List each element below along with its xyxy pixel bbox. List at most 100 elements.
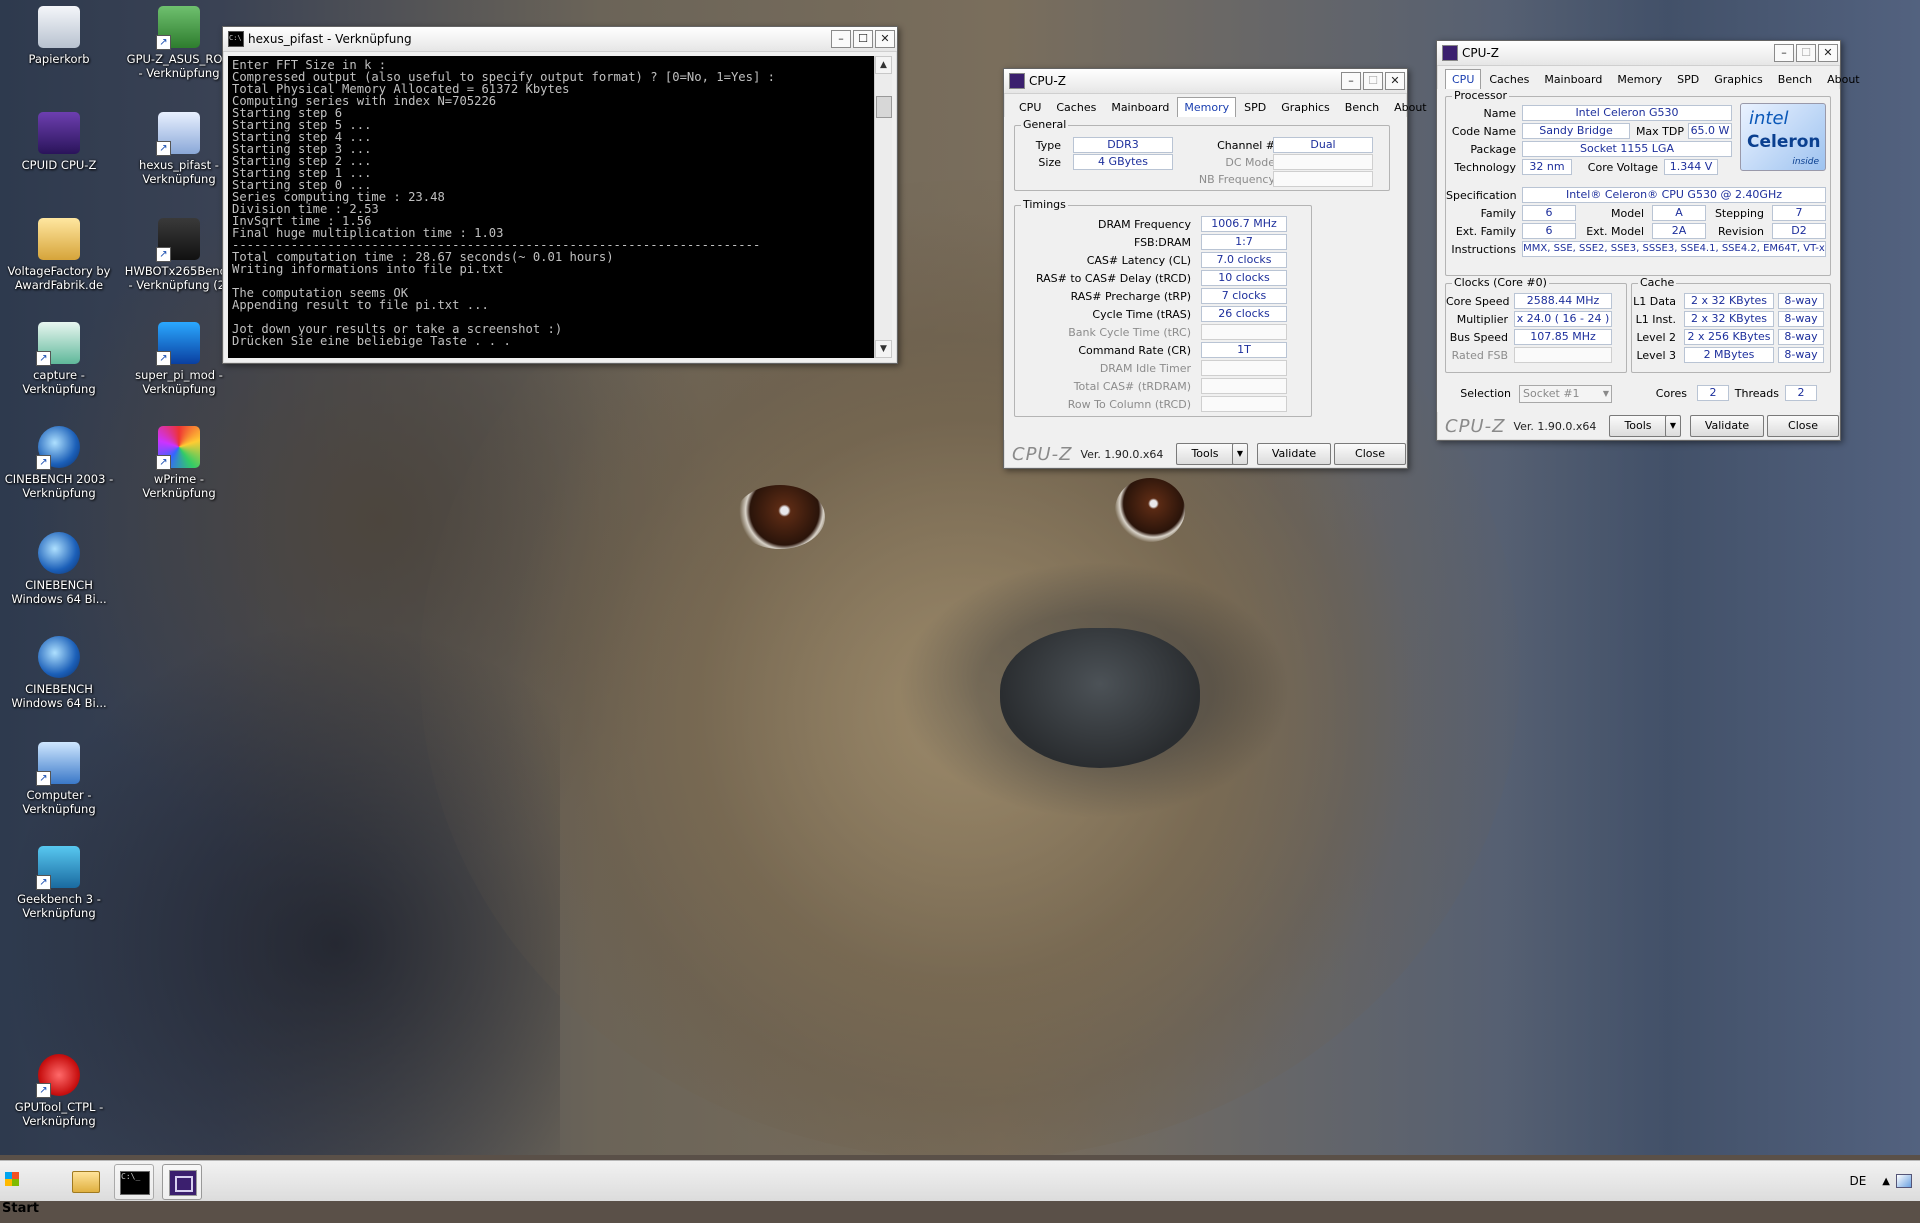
maximize-button[interactable]: ☐ <box>1363 72 1383 90</box>
close-button[interactable]: ✕ <box>1385 72 1405 90</box>
minimize-button[interactable]: – <box>1341 72 1361 90</box>
cpuz-logo: CPU-Z <box>1445 415 1506 437</box>
maximize-button[interactable]: ☐ <box>1796 44 1816 62</box>
tab-spd[interactable]: SPD <box>1237 97 1273 119</box>
bus-speed-value: 107.85 MHz <box>1514 329 1612 345</box>
desktop-icon[interactable]: CINEBENCH Windows 64 Bi... <box>4 636 114 710</box>
cpuz-memory-bottombar: CPU-Z Ver. 1.90.0.x64 Tools ▼ Validate C… <box>1004 440 1407 468</box>
explorer-icon[interactable] <box>66 1164 104 1198</box>
timing-value: 26 clocks <box>1201 306 1287 322</box>
minimize-button[interactable]: – <box>831 30 851 48</box>
console-window[interactable]: C:\ hexus_pifast - Verknüpfung – ☐ ✕ Ent… <box>222 26 898 364</box>
desktop-icon[interactable]: ↗ wPrime - Verknüpfung <box>124 426 234 500</box>
package-value: Socket 1155 LGA <box>1522 141 1732 157</box>
tray-expand-icon[interactable]: ▲ <box>1882 1176 1890 1187</box>
scroll-up-icon[interactable]: ▲ <box>875 56 892 74</box>
validate-button[interactable]: Validate <box>1690 415 1764 437</box>
desktop-icon[interactable]: ↗ CINEBENCH 2003 - Verknüpfung <box>4 426 114 500</box>
console-line: Drücken Sie eine beliebige Taste . . . <box>232 334 511 348</box>
desktop-icon-label: Geekbench 3 - Verknüpfung <box>17 892 101 920</box>
cache-label: L1 Inst. <box>1635 313 1676 326</box>
language-indicator[interactable]: DE <box>1849 1174 1866 1188</box>
desktop-icon[interactable]: CPUID CPU-Z <box>4 112 114 172</box>
shortcut-arrow-icon: ↗ <box>36 771 51 786</box>
cache-way-value: 8-way <box>1778 311 1824 327</box>
desktop-icon[interactable]: ↗ hexus_pifast - Verknüpfung <box>124 112 234 186</box>
core-voltage-value: 1.344 V <box>1664 159 1718 175</box>
cpuz-icon[interactable] <box>162 1164 202 1200</box>
desktop-icon[interactable]: ↗ HWBOTx265Bench - Verknüpfung (2) <box>124 218 234 292</box>
console-scrollbar[interactable]: ▲ ▼ <box>874 56 892 358</box>
folder-icon <box>38 218 80 260</box>
timing-label: RAS# Precharge (tRP) <box>1070 290 1191 303</box>
scroll-down-icon[interactable]: ▼ <box>875 340 892 358</box>
tools-button[interactable]: Tools <box>1176 443 1234 465</box>
cpuz-cpu-window[interactable]: CPU-Z – ☐ ✕ CPU Caches Mainboard Memory SPD G… <box>1436 40 1860 441</box>
processor-group: Processor Name Intel Celeron G530 Code N… <box>1445 89 1831 276</box>
tab-graphics[interactable]: Graphics <box>1274 97 1337 119</box>
cache-way-value: 8-way <box>1778 347 1824 363</box>
wprime-icon: ↗ <box>156 426 200 470</box>
scroll-thumb[interactable] <box>876 96 892 118</box>
tab-bench[interactable]: Bench <box>1338 97 1386 119</box>
desktop-icon[interactable]: CINEBENCH Windows 64 Bi... <box>4 532 114 606</box>
timing-label: Total CAS# (tRDRAM) <box>1073 380 1191 393</box>
socket-select[interactable]: Socket #1 ▼ <box>1519 385 1612 403</box>
tab-mainboard[interactable]: Mainboard <box>1537 69 1609 91</box>
desktop-icon[interactable]: ↗ GPU-Z_ASUS_ROG - Verknüpfung <box>124 6 234 80</box>
desktop-icon[interactable]: ↗ super_pi_mod - Verknüpfung <box>124 322 234 396</box>
close-button[interactable]: ✕ <box>1818 44 1838 62</box>
tab-spd[interactable]: SPD <box>1670 69 1706 91</box>
max-tdp-value: 65.0 W <box>1688 123 1732 139</box>
clocks-group: Clocks (Core #0) Core Speed 2588.44 MHz … <box>1445 276 1627 373</box>
tools-dropdown-icon[interactable]: ▼ <box>1232 443 1248 465</box>
desktop-icon[interactable]: ↗ Computer - Verknüpfung <box>4 742 114 816</box>
close-button[interactable]: Close <box>1334 443 1406 465</box>
tab-about[interactable]: About <box>1387 97 1434 119</box>
tab-bench[interactable]: Bench <box>1771 69 1819 91</box>
minimize-button[interactable]: – <box>1774 44 1794 62</box>
channel-value: Dual <box>1273 137 1373 153</box>
desktop-icon[interactable]: VoltageFactory by AwardFabrik.de <box>4 218 114 292</box>
hexus-icon: ↗ <box>156 112 200 156</box>
desktop-icon-label: Papierkorb <box>28 52 90 66</box>
cmd-icon: C:\ <box>228 31 244 47</box>
tab-mainboard[interactable]: Mainboard <box>1104 97 1176 119</box>
tab-cpu[interactable]: CPU <box>1012 97 1048 119</box>
tab-caches[interactable]: Caches <box>1482 69 1536 91</box>
desktop-icon[interactable]: ↗ Geekbench 3 - Verknüpfung <box>4 846 114 920</box>
timing-value <box>1201 360 1287 376</box>
desktop-icon[interactable]: Papierkorb <box>4 6 114 66</box>
cpuz-cpu-title: CPU-Z <box>1462 46 1499 60</box>
console-title: hexus_pifast - Verknüpfung <box>248 32 412 46</box>
tools-button[interactable]: Tools <box>1609 415 1667 437</box>
cache-label: Level 3 <box>1636 349 1676 362</box>
desktop-icon[interactable]: ↗ capture - Verknüpfung <box>4 322 114 396</box>
timing-value: 1:7 <box>1201 234 1287 250</box>
desktop-icon-label: super_pi_mod - Verknüpfung <box>135 368 223 396</box>
close-button[interactable]: ✕ <box>875 30 895 48</box>
maximize-button[interactable]: ☐ <box>853 30 873 48</box>
cpuz-cpu-titlebar[interactable]: CPU-Z – ☐ ✕ <box>1437 41 1840 66</box>
tools-dropdown-icon[interactable]: ▼ <box>1665 415 1681 437</box>
tab-graphics[interactable]: Graphics <box>1707 69 1770 91</box>
start-button[interactable]: Start <box>2 1167 52 1216</box>
cache-label: Level 2 <box>1636 331 1676 344</box>
desktop-icon-label: wPrime - Verknüpfung <box>142 472 216 500</box>
cpuz-icon <box>1009 73 1025 89</box>
cpuz-memory-window[interactable]: CPU-Z – ☐ ✕ CPU Caches Mainboard Memory SPD G… <box>1003 68 1427 469</box>
console-output[interactable]: Enter FFT Size in k : Compressed output (… <box>228 56 874 358</box>
cmd-icon[interactable]: C:\_ <box>114 1164 154 1200</box>
flag-tray-icon[interactable] <box>1896 1174 1912 1188</box>
tab-caches[interactable]: Caches <box>1049 97 1103 119</box>
superpi-icon: ↗ <box>156 322 200 366</box>
tab-memory[interactable]: Memory <box>1610 69 1669 91</box>
close-button[interactable]: Close <box>1767 415 1839 437</box>
validate-button[interactable]: Validate <box>1257 443 1331 465</box>
cache-way-value: 8-way <box>1778 293 1824 309</box>
desktop-icon[interactable]: ↗ GPUTool_CTPL - Verknüpfung <box>4 1054 114 1128</box>
windows-flag-icon <box>5 1172 19 1186</box>
console-titlebar[interactable]: C:\ hexus_pifast - Verknüpfung – ☐ ✕ <box>223 27 897 52</box>
tab-about[interactable]: About <box>1820 69 1867 91</box>
cpuz-memory-titlebar[interactable]: CPU-Z – ☐ ✕ <box>1004 69 1407 94</box>
